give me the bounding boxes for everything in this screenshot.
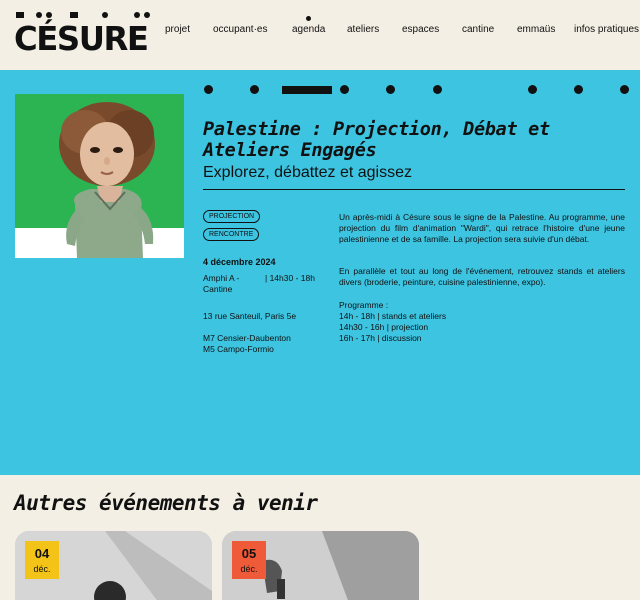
event-hero: Palestine : Projection, Débat et Atelier…: [0, 70, 640, 475]
programme-item: 14h - 18h | stands et ateliers: [339, 311, 447, 321]
upcoming-events-title: Autres événements à venir: [14, 491, 318, 515]
hero-divider: [203, 189, 625, 190]
programme-item: 16h - 17h | discussion: [339, 333, 422, 343]
nav-item-projet[interactable]: projet: [165, 24, 190, 35]
event-card[interactable]: 04 déc.: [15, 531, 212, 600]
event-address: 13 rue Santeuil, Paris 5e: [203, 311, 297, 321]
tag-projection[interactable]: PROJECTION: [203, 210, 261, 223]
badge-month: déc.: [33, 564, 51, 574]
nav-item-agenda[interactable]: agenda: [292, 24, 325, 35]
cesure-logo[interactable]: CÉSURE: [14, 10, 156, 58]
nav-item-emmaus[interactable]: emmaüs: [517, 24, 555, 35]
event-title: Palestine : Projection, Débat et Atelier…: [203, 119, 550, 161]
date-badge: 05 déc.: [232, 541, 266, 579]
badge-month: déc.: [240, 564, 258, 574]
event-time: | 14h30 - 18h: [265, 273, 315, 283]
programme-item: 14h30 - 16h | projection: [339, 322, 429, 332]
event-description-2: En parallèle et tout au long de l'événem…: [339, 266, 625, 287]
event-image: [15, 94, 184, 258]
site-header: CÉSURE projet occupant·es agenda atelier…: [0, 0, 640, 70]
nav-item-occupantes[interactable]: occupant·es: [213, 24, 267, 35]
event-date: 4 décembre 2024: [203, 257, 276, 267]
event-card[interactable]: 05 déc.: [222, 531, 419, 600]
nav-item-ateliers[interactable]: ateliers: [347, 24, 379, 35]
event-subtitle: Explorez, débattez et agissez: [203, 164, 413, 181]
event-description-1: Un après-midi à Césure sous le signe de …: [339, 212, 625, 244]
event-metro-line-2: M5 Campo-Formio: [203, 344, 274, 354]
nav-item-infos-pratiques[interactable]: infos pratiques: [574, 24, 639, 35]
badge-day: 05: [241, 546, 257, 561]
logo-wordmark: CÉSURE: [14, 19, 149, 58]
badge-day: 04: [34, 546, 50, 561]
date-badge: 04 déc.: [25, 541, 59, 579]
puppet-figure-icon: [59, 102, 155, 258]
logo-dot-pattern: [14, 10, 156, 18]
event-location: Amphi A - Cantine: [203, 273, 240, 294]
tag-rencontre[interactable]: RENCONTRE: [203, 228, 260, 241]
nav-item-espaces[interactable]: espaces: [402, 24, 439, 35]
event-metro-line-1: M7 Censier-Daubenton: [203, 333, 291, 343]
nav-active-indicator: [306, 16, 311, 21]
nav-item-cantine[interactable]: cantine: [462, 24, 494, 35]
programme-label: Programme :: [339, 300, 389, 310]
